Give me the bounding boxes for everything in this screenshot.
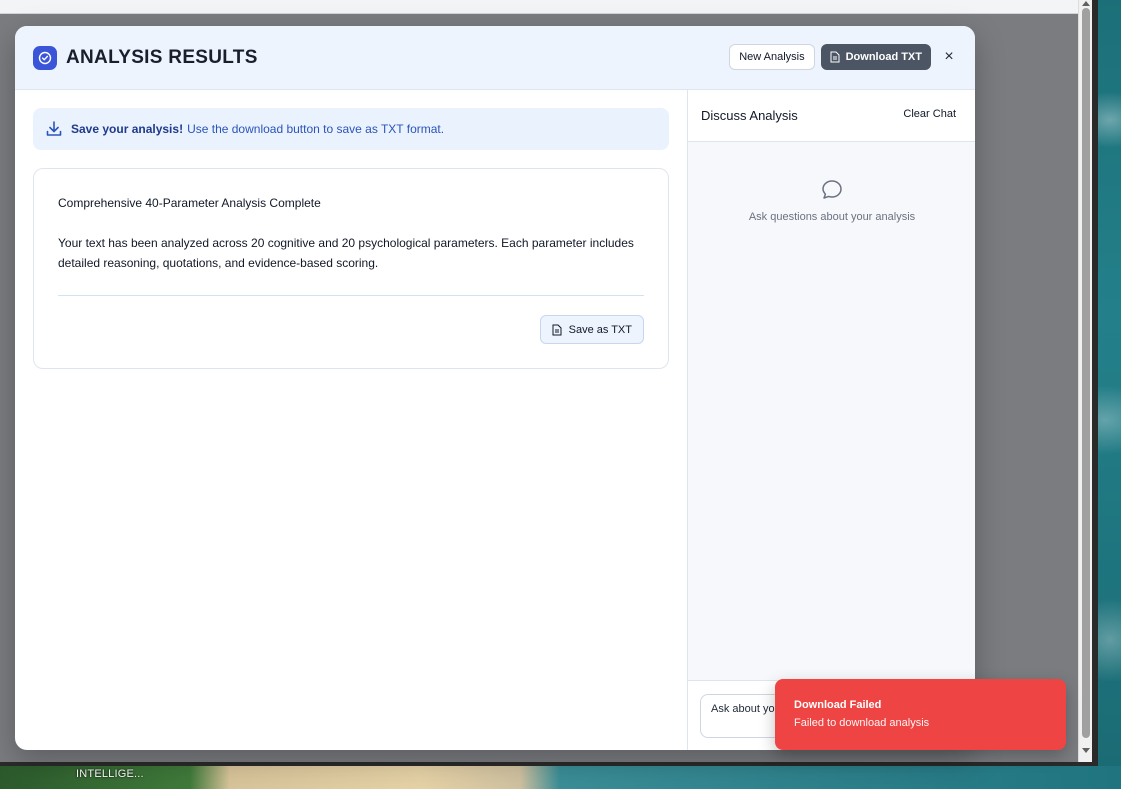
header-actions: New Analysis Download TXT × — [729, 44, 957, 70]
new-analysis-button[interactable]: New Analysis — [729, 44, 815, 70]
error-toast[interactable]: Download Failed Failed to download analy… — [775, 679, 1066, 750]
toast-message: Failed to download analysis — [794, 717, 930, 729]
notice-text: Use the download button to save as TXT f… — [187, 122, 445, 136]
analysis-results-modal: ANALYSIS RESULTS New Analysis Download T… — [15, 26, 975, 750]
scrollbar-thumb[interactable] — [1082, 8, 1090, 738]
chat-empty-state: Ask questions about your analysis — [748, 211, 916, 223]
browser-toolbar — [0, 0, 1080, 14]
clear-chat-button[interactable]: Clear Chat — [903, 108, 956, 120]
wallpaper-shoreline — [0, 766, 1121, 789]
discuss-header: Discuss Analysis Clear Chat — [688, 90, 975, 142]
message-circle-icon — [820, 178, 844, 207]
save-as-txt-button[interactable]: Save as TXT — [539, 315, 644, 344]
close-icon[interactable]: × — [941, 48, 957, 65]
download-txt-label: Download TXT — [845, 51, 922, 63]
card-description: Your text has been analyzed across 20 co… — [58, 236, 634, 270]
notice-heading: Save your analysis! — [71, 122, 184, 136]
scroll-up-icon[interactable] — [1082, 1, 1090, 6]
save-notice: Save your analysis! Use the download but… — [33, 108, 669, 150]
check-circle-icon — [33, 45, 57, 70]
page-scrollbar[interactable] — [1078, 0, 1092, 762]
card-divider — [58, 295, 644, 296]
results-panel: Save your analysis! Use the download but… — [15, 90, 687, 750]
file-text-icon — [830, 51, 840, 63]
file-text-icon — [552, 324, 562, 335]
modal-title: ANALYSIS RESULTS — [66, 46, 258, 68]
card-title: Comprehensive 40-Parameter Analysis Comp… — [58, 196, 321, 210]
discuss-panel: Discuss Analysis Clear Chat Ask question… — [687, 90, 975, 750]
taskbar-app-label[interactable]: INTELLIGE... — [76, 768, 144, 780]
toast-title: Download Failed — [794, 699, 882, 711]
save-as-txt-label: Save as TXT — [568, 323, 632, 336]
discuss-title: Discuss Analysis — [701, 108, 798, 123]
download-icon — [46, 121, 62, 136]
modal-header: ANALYSIS RESULTS New Analysis Download T… — [15, 26, 975, 90]
analysis-summary-card: Comprehensive 40-Parameter Analysis Comp… — [33, 168, 669, 369]
download-txt-button[interactable]: Download TXT — [820, 44, 931, 70]
scroll-down-icon[interactable] — [1082, 748, 1090, 753]
